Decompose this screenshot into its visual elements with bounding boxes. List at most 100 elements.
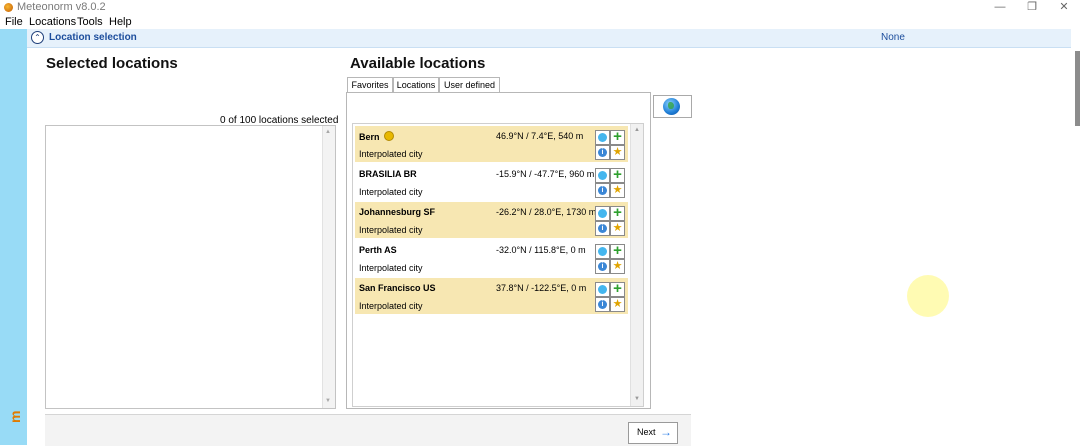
tab-locations[interactable]: Locations — [393, 77, 439, 93]
globe-icon — [663, 98, 680, 115]
plus-icon: + — [613, 242, 622, 259]
location-name: Perth AS — [359, 245, 397, 255]
info-icon: i — [598, 224, 607, 233]
favorite-button[interactable]: ★ — [610, 221, 625, 236]
location-name-text: Bern — [359, 132, 380, 142]
favorite-button[interactable]: ★ — [610, 145, 625, 160]
add-location-button[interactable]: + — [610, 128, 625, 145]
scroll-down-icon[interactable]: ▼ — [634, 396, 640, 402]
info-icon: i — [598, 148, 607, 157]
location-actions: + i ★ — [595, 280, 625, 312]
favorite-button[interactable]: ★ — [610, 297, 625, 312]
add-location-button[interactable]: + — [610, 242, 625, 259]
info-icon: i — [598, 186, 607, 195]
window-title: Meteonorm v8.0.2 — [17, 1, 106, 13]
add-location-button[interactable]: + — [610, 166, 625, 183]
location-type: Interpolated city — [359, 301, 423, 311]
location-name-text: San Francisco US — [359, 283, 436, 293]
location-type: Interpolated city — [359, 263, 423, 273]
favorite-button[interactable]: ★ — [610, 259, 625, 274]
location-type: Interpolated city — [359, 225, 423, 235]
select-location-button[interactable] — [595, 168, 610, 183]
star-icon: ★ — [612, 260, 623, 272]
cursor-highlight — [907, 275, 949, 317]
favorites-list[interactable]: Bern 46.9°N / 7.4°E, 540 m Interpolated ci… — [352, 123, 644, 407]
selected-locations-list[interactable]: ▲ ▼ — [45, 125, 336, 409]
plus-icon: + — [613, 166, 622, 183]
plus-icon: + — [613, 280, 622, 297]
location-type: Interpolated city — [359, 187, 423, 197]
location-row[interactable]: Johannesburg SF -26.2°N / 28.0°E, 1730 m I… — [355, 202, 628, 238]
section-value: None — [881, 32, 905, 43]
location-info-button[interactable]: i — [595, 145, 610, 160]
location-coordinates: -32.0°N / 115.8°E, 0 m — [496, 245, 586, 255]
location-info-button[interactable]: i — [595, 183, 610, 198]
location-actions: + i ★ — [595, 128, 625, 160]
location-name: BRASILIA BR — [359, 169, 417, 179]
scroll-up-icon[interactable]: ▲ — [325, 129, 331, 135]
star-icon: ★ — [612, 298, 623, 310]
location-row[interactable]: BRASILIA BR -15.9°N / -47.7°E, 960 m Inter… — [355, 164, 628, 200]
blue-dot-icon — [598, 285, 607, 294]
star-icon: ★ — [612, 184, 623, 196]
location-coordinates: 37.8°N / -122.5°E, 0 m — [496, 283, 587, 293]
sun-icon — [383, 131, 394, 141]
info-icon: i — [598, 300, 607, 309]
page-scrollbar[interactable] — [1071, 29, 1080, 445]
select-location-button[interactable] — [595, 282, 610, 297]
page-scrollbar-thumb[interactable] — [1075, 51, 1080, 126]
info-icon: i — [598, 262, 607, 271]
location-actions: + i ★ — [595, 204, 625, 236]
menu-file[interactable]: File — [5, 15, 23, 29]
location-name: Johannesburg SF — [359, 207, 435, 217]
title-bar: Meteonorm v8.0.2 — ❐ ✕ — [0, 0, 1080, 15]
location-name-text: Perth AS — [359, 245, 397, 255]
restore-button[interactable]: ❐ — [1017, 0, 1047, 15]
star-icon: ★ — [612, 222, 623, 234]
available-locations-title: Available locations — [350, 55, 486, 72]
location-row[interactable]: San Francisco US 37.8°N / -122.5°E, 0 m In… — [355, 278, 628, 314]
section-title: Location selection — [49, 32, 137, 43]
menu-locations[interactable]: Locations — [29, 15, 76, 29]
location-coordinates: 46.9°N / 7.4°E, 540 m — [496, 131, 584, 141]
blue-dot-icon — [598, 247, 607, 256]
location-name-text: Johannesburg SF — [359, 207, 436, 217]
location-type: Interpolated city — [359, 149, 423, 159]
arrow-right-icon: → — [660, 425, 672, 439]
scroll-down-icon[interactable]: ▼ — [325, 398, 331, 404]
plus-icon: + — [613, 204, 622, 221]
location-actions: + i ★ — [595, 166, 625, 198]
location-name: San Francisco US — [359, 283, 436, 293]
blue-dot-icon — [598, 133, 607, 142]
side-strip — [0, 29, 27, 445]
favorites-list-scrollbar[interactable]: ▲ ▼ — [630, 124, 643, 406]
next-button[interactable]: Next → — [628, 422, 678, 444]
selected-list-scrollbar[interactable]: ▲ ▼ — [322, 126, 335, 408]
selected-locations-title: Selected locations — [46, 55, 178, 72]
select-location-button[interactable] — [595, 244, 610, 259]
add-location-button[interactable]: + — [610, 280, 625, 297]
tab-user-defined[interactable]: User defined — [439, 77, 500, 93]
map-button[interactable] — [653, 95, 692, 118]
menu-help[interactable]: Help — [109, 15, 132, 29]
minimize-button[interactable]: — — [985, 0, 1015, 15]
location-row[interactable]: Bern 46.9°N / 7.4°E, 540 m Interpolated ci… — [355, 126, 628, 162]
close-button[interactable]: ✕ — [1049, 0, 1079, 15]
location-info-button[interactable]: i — [595, 221, 610, 236]
location-row[interactable]: Perth AS -32.0°N / 115.8°E, 0 m Interpolat… — [355, 240, 628, 276]
location-info-button[interactable]: i — [595, 259, 610, 274]
section-header[interactable]: ⌃ Location selection None — [27, 29, 1071, 48]
plus-icon: + — [613, 128, 622, 145]
favorite-button[interactable]: ★ — [610, 183, 625, 198]
location-info-button[interactable]: i — [595, 297, 610, 312]
next-button-label: Next — [637, 427, 656, 437]
add-location-button[interactable]: + — [610, 204, 625, 221]
collapse-icon[interactable]: ⌃ — [31, 31, 44, 44]
scroll-up-icon[interactable]: ▲ — [634, 127, 640, 133]
meteonorm-logo-icon — [4, 3, 13, 12]
select-location-button[interactable] — [595, 130, 610, 145]
blue-dot-icon — [598, 171, 607, 180]
select-location-button[interactable] — [595, 206, 610, 221]
menu-tools[interactable]: Tools — [77, 15, 103, 29]
location-name: Bern — [359, 131, 394, 142]
